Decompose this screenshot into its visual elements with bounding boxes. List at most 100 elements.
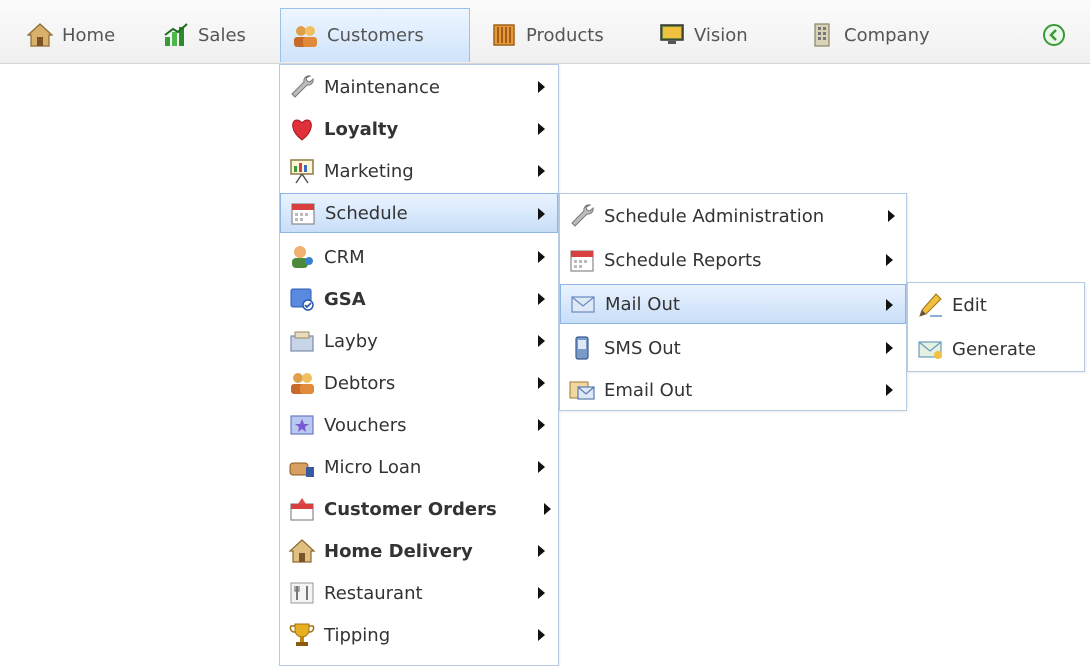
menu-item-label: Email Out <box>604 379 693 401</box>
envelope-icon <box>918 341 942 359</box>
crm-person-icon <box>292 246 313 268</box>
menu-item-restaurant[interactable]: Restaurant <box>280 573 558 613</box>
menu-item-schedule-reports[interactable]: Schedule Reports <box>560 240 906 280</box>
customers-icon <box>294 25 317 47</box>
debtors-people-icon <box>291 373 314 394</box>
menu-item-label: Schedule <box>325 202 408 224</box>
home-icon <box>26 23 54 47</box>
menu-item-tipping[interactable]: Tipping <box>280 615 558 655</box>
menu-item-customer-orders[interactable]: Customer Orders <box>280 489 558 529</box>
nav-company[interactable]: Company <box>798 8 968 62</box>
email-icon <box>569 381 595 400</box>
menu-item-loyalty[interactable]: Loyalty <box>280 109 558 149</box>
restaurant-icon <box>290 582 314 604</box>
menu-item-label: Generate <box>952 338 1037 360</box>
submenu-arrow-icon <box>886 384 893 396</box>
nav-vision-label: Vision <box>694 24 748 46</box>
menu-item-edit[interactable]: Edit <box>908 285 1084 325</box>
gsa-card-icon <box>290 288 314 311</box>
menu-item-maintenance[interactable]: Maintenance <box>280 67 558 107</box>
menu-item-label: CRM <box>324 246 365 268</box>
submenu-arrow-icon <box>538 335 545 347</box>
submenu-arrow-icon <box>538 461 545 473</box>
micro-loan-icon <box>289 462 314 477</box>
submenu-arrow-icon <box>888 210 895 222</box>
menu-item-debtors[interactable]: Debtors <box>280 363 558 403</box>
menu-item-label: Schedule Reports <box>604 249 762 271</box>
submenu-arrow-icon <box>886 342 893 354</box>
menu-item-label: Vouchers <box>324 414 407 436</box>
menu-item-micro-loan[interactable]: Micro Loan <box>280 447 558 487</box>
schedule-submenu: Schedule Administration Schedule Reports… <box>559 193 907 411</box>
menu-item-home-delivery[interactable]: Home Delivery <box>280 531 558 571</box>
menu-item-vouchers[interactable]: Vouchers <box>280 405 558 445</box>
submenu-arrow-icon <box>538 251 545 263</box>
menu-item-label: Micro Loan <box>324 456 422 478</box>
presentation-board-icon <box>290 159 314 184</box>
menu-item-gsa[interactable]: GSA <box>280 279 558 319</box>
menu-item-schedule[interactable]: Schedule <box>280 193 558 233</box>
submenu-arrow-icon <box>538 165 545 177</box>
voucher-icon <box>290 415 314 435</box>
menu-item-label: Maintenance <box>324 76 440 98</box>
menu-item-sms-out[interactable]: SMS Out <box>560 328 906 368</box>
menu-item-generate[interactable]: Generate <box>908 329 1084 369</box>
products-icon <box>493 24 515 46</box>
menu-item-marketing[interactable]: Marketing <box>280 151 558 191</box>
menu-item-label: Tipping <box>324 624 391 646</box>
nav-company-label: Company <box>844 24 930 46</box>
submenu-arrow-icon <box>538 293 545 305</box>
menu-item-label: Home Delivery <box>324 540 473 562</box>
trophy-icon <box>289 623 315 646</box>
menu-item-label: GSA <box>324 288 366 310</box>
nav-products[interactable]: Products <box>480 8 635 62</box>
menu-item-label: Mail Out <box>605 293 680 315</box>
nav-customers-label: Customers <box>327 25 424 46</box>
customer-orders-icon <box>290 498 314 521</box>
menu-item-email-out[interactable]: Email Out <box>560 370 906 410</box>
submenu-arrow-icon <box>544 503 551 515</box>
menu-item-mail-out[interactable]: Mail Out <box>560 284 906 324</box>
submenu-arrow-icon <box>538 81 545 93</box>
submenu-arrow-icon <box>538 419 545 431</box>
company-building-icon <box>814 23 830 47</box>
calendar-icon <box>570 250 594 272</box>
home-delivery-icon <box>288 539 316 563</box>
submenu-arrow-icon <box>886 299 893 311</box>
nav-sales[interactable]: Sales <box>152 8 272 62</box>
menu-item-label: Debtors <box>324 372 396 394</box>
menu-item-label: SMS Out <box>604 337 681 359</box>
menu-item-label: Loyalty <box>324 118 399 140</box>
menu-item-crm[interactable]: CRM <box>280 237 558 277</box>
wrench-icon <box>571 204 594 227</box>
submenu-arrow-icon <box>538 208 545 220</box>
nav-customers[interactable]: Customers <box>280 8 470 62</box>
heart-icon <box>292 119 312 141</box>
submenu-arrow-icon <box>886 254 893 266</box>
nav-sales-label: Sales <box>198 24 246 46</box>
customers-menu: Maintenance Loyalty Marketing Schedule C… <box>279 64 559 666</box>
envelope-icon <box>571 296 595 313</box>
menu-item-schedule-administration[interactable]: Schedule Administration <box>560 196 906 236</box>
wrench-icon <box>291 75 314 98</box>
submenu-arrow-icon <box>538 123 545 135</box>
layby-icon <box>290 331 314 352</box>
menu-item-label: Schedule Administration <box>604 205 825 227</box>
submenu-arrow-icon <box>538 629 545 641</box>
menu-item-layby[interactable]: Layby <box>280 321 558 361</box>
sales-chart-icon <box>164 23 188 46</box>
nav-more[interactable] <box>1030 8 1090 62</box>
nav-products-label: Products <box>526 24 604 46</box>
nav-home[interactable]: Home <box>16 8 134 62</box>
menu-item-label: Edit <box>952 294 987 316</box>
calendar-icon <box>291 203 315 225</box>
submenu-arrow-icon <box>538 587 545 599</box>
phone-icon <box>575 336 589 360</box>
logout-icon <box>1043 24 1065 46</box>
nav-vision[interactable]: Vision <box>648 8 786 62</box>
menu-item-label: Layby <box>324 330 378 352</box>
menu-item-label: Customer Orders <box>324 498 497 520</box>
submenu-arrow-icon <box>538 545 545 557</box>
nav-home-label: Home <box>62 24 116 46</box>
top-nav-bar: Home Sales Customers Products Vision Com… <box>0 0 1090 64</box>
